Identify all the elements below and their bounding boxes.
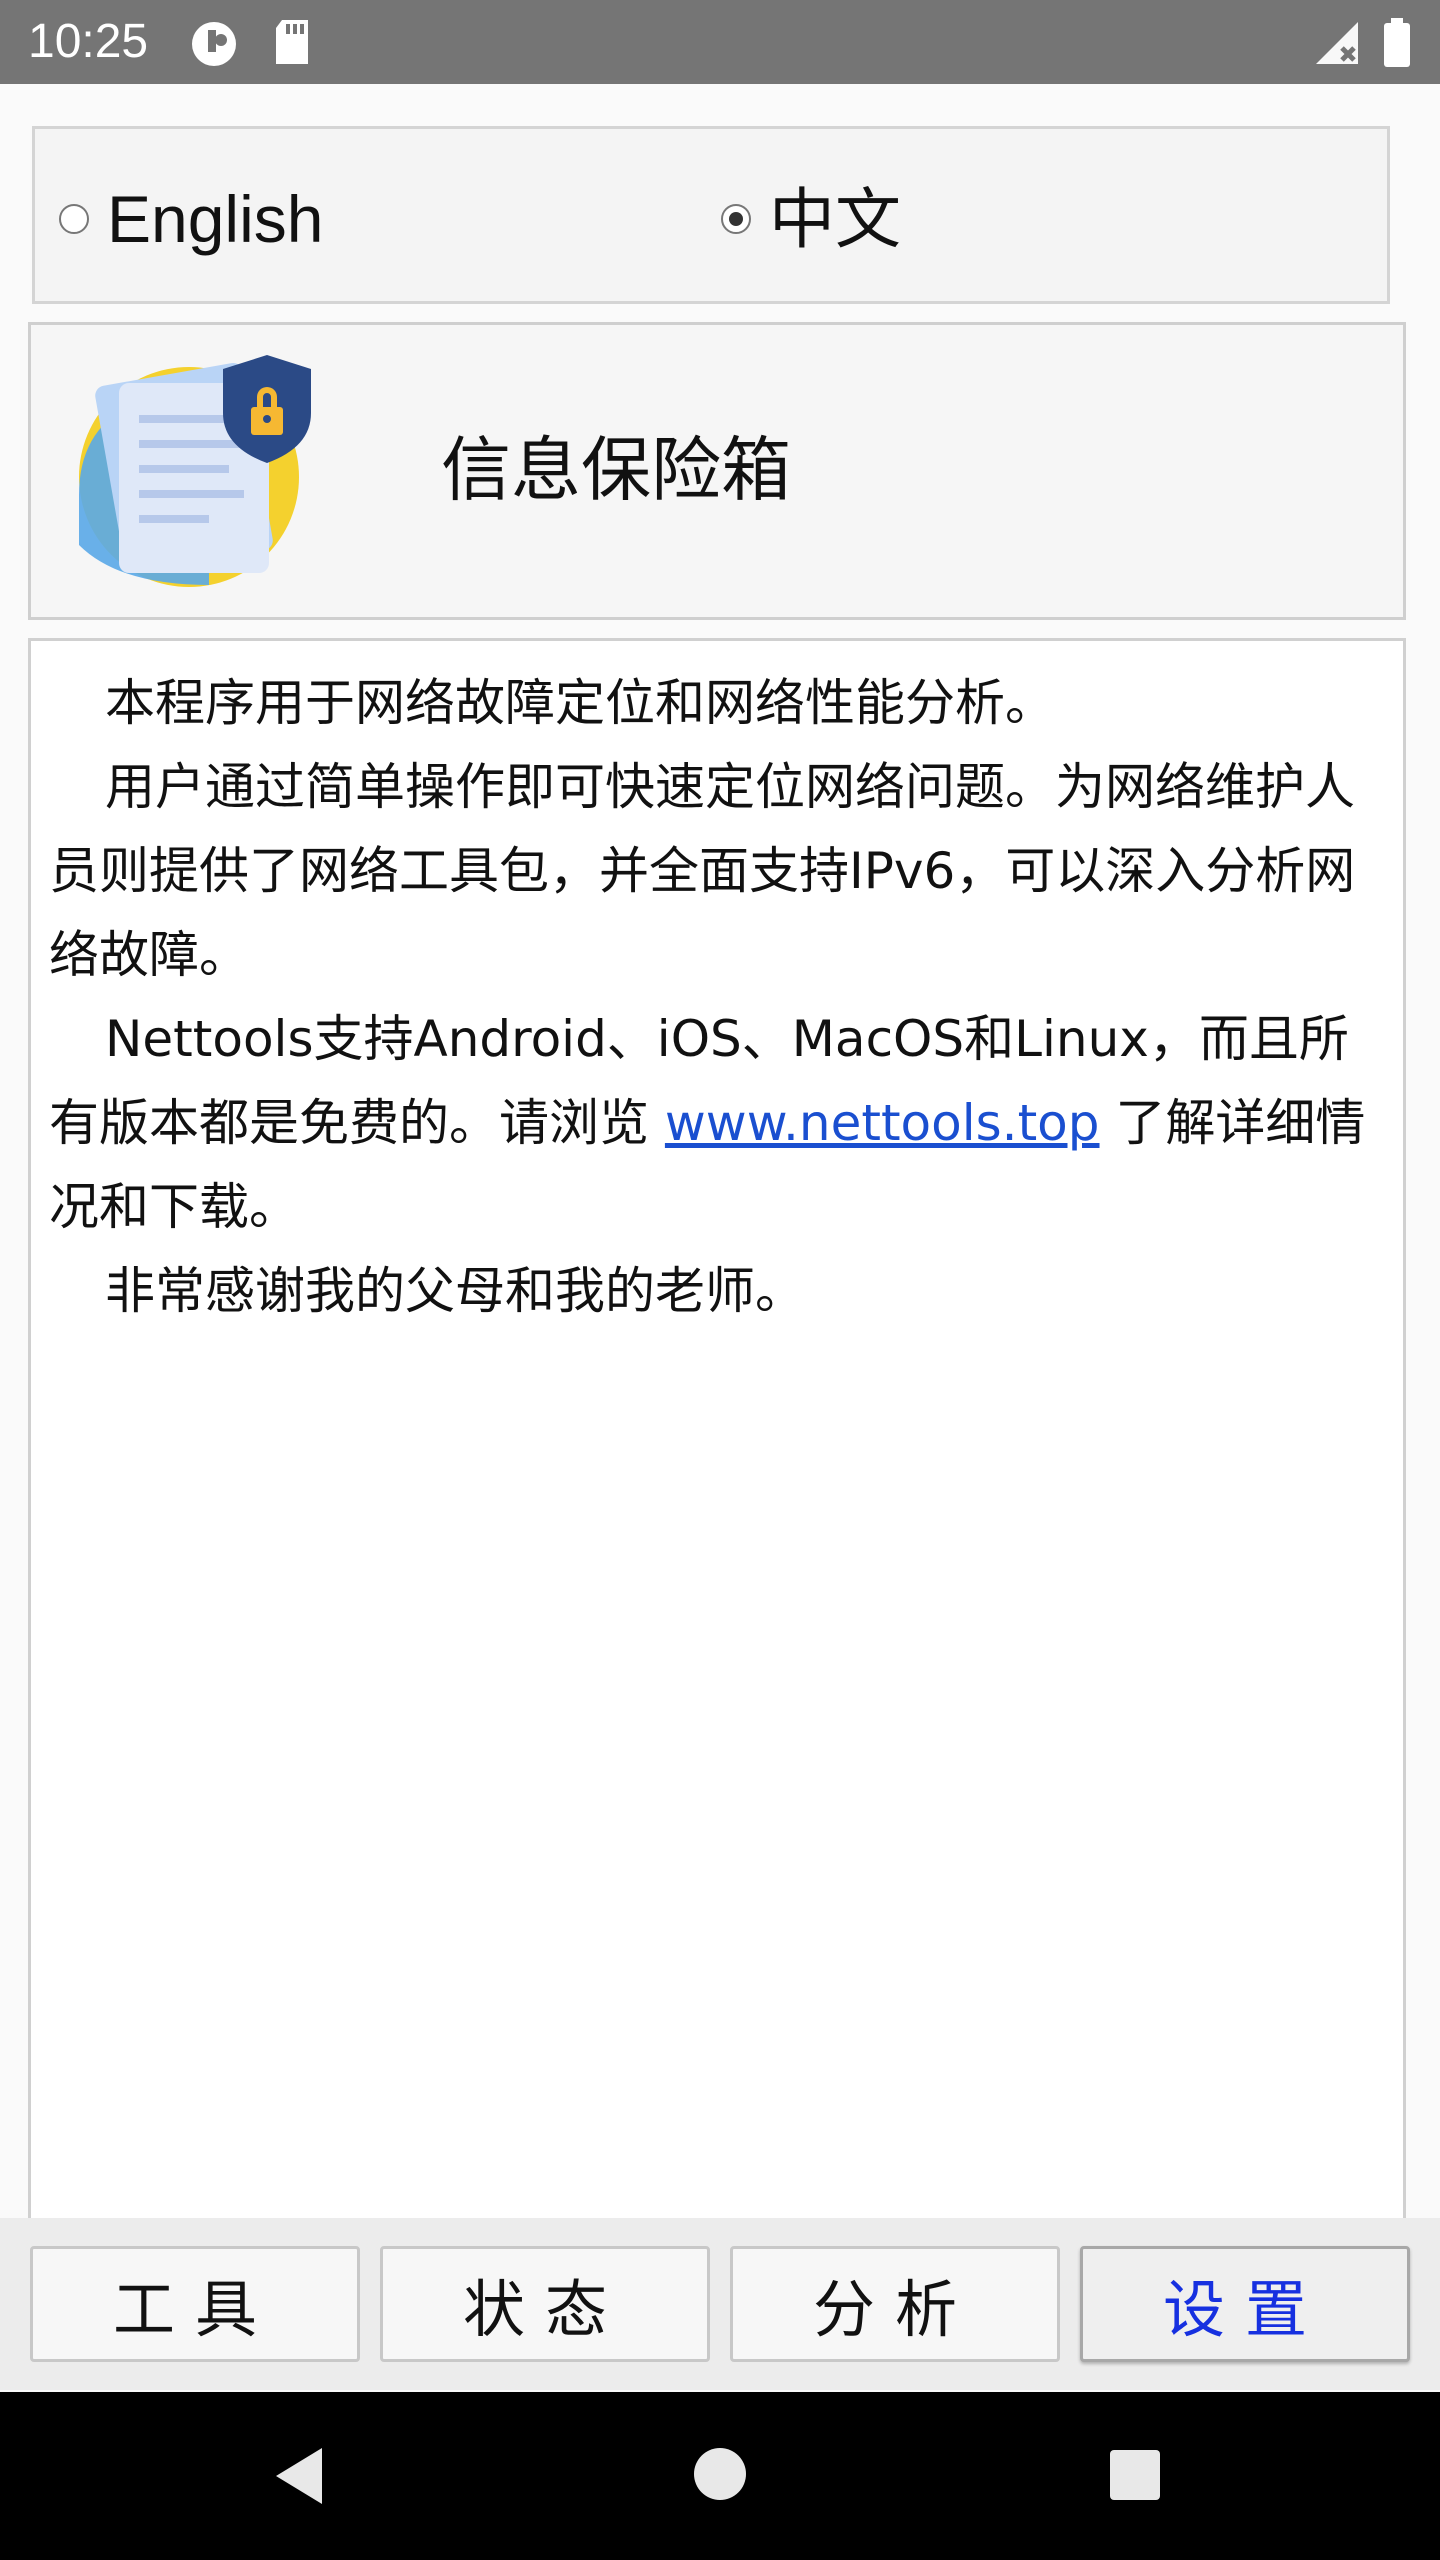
description-paragraph: Nettools支持Android、iOS、MacOS和Linux，而且所有版本… <box>49 997 1389 1249</box>
language-selector: English 中文 <box>32 126 1390 304</box>
description-paragraph: 非常感谢我的父母和我的老师。 <box>105 1262 805 1320</box>
tab-status[interactable]: 状态 <box>380 2246 710 2362</box>
status-bar: 10:25 <box>0 0 1440 84</box>
app-title: 信息保险箱 <box>441 429 791 511</box>
bottom-tab-bar: 工具 状态 分析 设置 <box>0 2218 1440 2390</box>
radio-english[interactable] <box>59 204 89 234</box>
data-saver-icon <box>192 22 236 66</box>
language-label-chinese: 中文 <box>769 182 901 256</box>
tab-tools[interactable]: 工具 <box>30 2246 360 2362</box>
sd-card-icon <box>276 20 308 64</box>
app-header: 信息保险箱 <box>28 322 1406 620</box>
status-time: 10:25 <box>28 15 149 68</box>
language-label-english: English <box>107 182 324 256</box>
home-icon[interactable] <box>692 2446 748 2502</box>
recents-icon[interactable] <box>1108 2448 1162 2502</box>
document-shield-lock-icon <box>79 355 311 587</box>
radio-chinese[interactable] <box>721 204 751 234</box>
website-link[interactable]: www.nettools.top <box>665 1094 1100 1152</box>
description-paragraph: 本程序用于网络故障定位和网络性能分析。 <box>105 674 1055 732</box>
tab-settings[interactable]: 设置 <box>1080 2246 1410 2362</box>
signal-off-icon <box>1316 22 1358 64</box>
language-option-chinese[interactable]: 中文 <box>721 179 901 259</box>
back-icon[interactable] <box>272 2444 328 2508</box>
tab-analysis[interactable]: 分析 <box>730 2246 1060 2362</box>
navigation-bar <box>0 2392 1440 2560</box>
description-paragraph: 用户通过简单操作即可快速定位网络问题。为网络维护人员则提供了网络工具包，并全面支… <box>49 758 1356 984</box>
description-panel: 本程序用于网络故障定位和网络性能分析。 用户通过简单操作即可快速定位网络问题。为… <box>28 638 1406 2224</box>
language-option-english[interactable]: English <box>59 179 323 259</box>
battery-icon <box>1384 18 1410 67</box>
